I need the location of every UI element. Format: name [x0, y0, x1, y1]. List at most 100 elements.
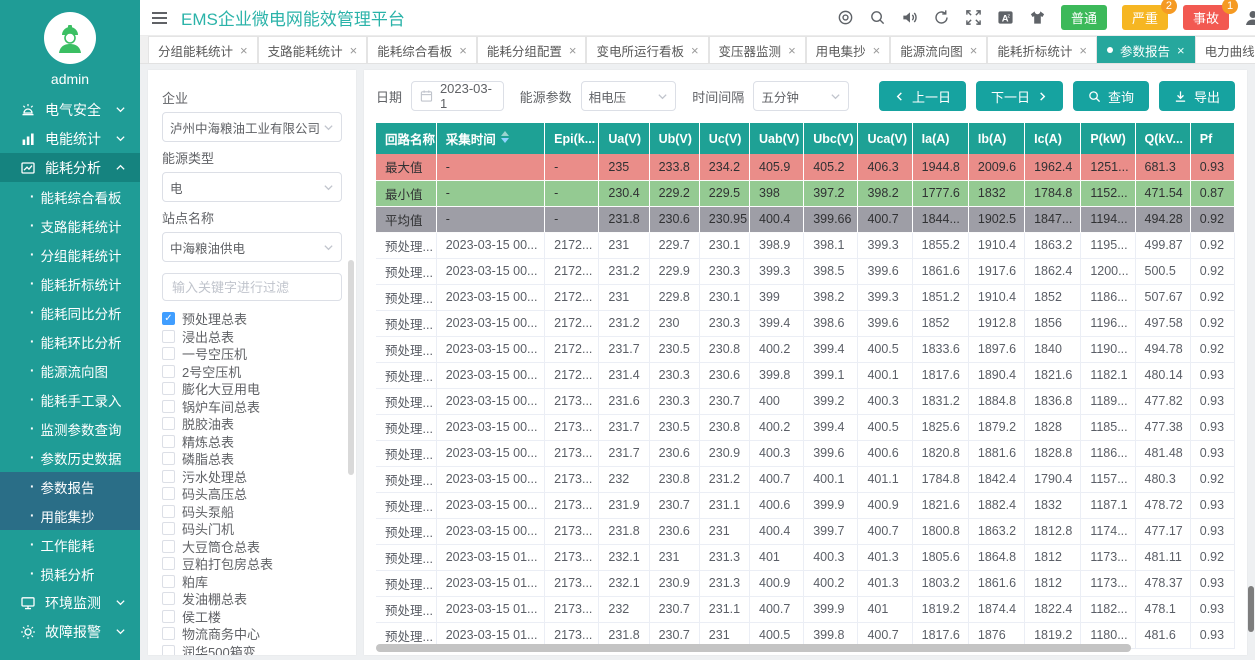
tab-能耗综合看板[interactable]: 能耗综合看板× [367, 36, 477, 63]
checkbox-unchecked[interactable] [162, 575, 175, 588]
date-input[interactable]: 2023-03-1 [411, 81, 504, 111]
column-header-14[interactable]: Pf [1190, 123, 1234, 154]
checkbox-unchecked[interactable] [162, 470, 175, 483]
sidebar-item-能耗折标统计[interactable]: 能耗折标统计 [0, 269, 140, 298]
column-header-6[interactable]: Uab(V) [750, 123, 804, 154]
sidebar-item-损耗分析[interactable]: 损耗分析 [0, 559, 140, 588]
close-icon[interactable]: × [1177, 44, 1185, 57]
sidebar-item-工作能耗[interactable]: 工作能耗 [0, 530, 140, 559]
sidebar-item-电能统计[interactable]: 电能统计 [0, 124, 140, 153]
close-icon[interactable]: × [873, 44, 881, 57]
checkbox-unchecked[interactable] [162, 382, 175, 395]
circuit-item-物流商务中心[interactable]: 物流商务中心 [162, 625, 342, 643]
sidebar-item-能耗分析[interactable]: 能耗分析 [0, 153, 140, 182]
sidebar-item-电气安全[interactable]: 电气安全 [0, 95, 140, 124]
user-person-icon[interactable] [1244, 9, 1255, 27]
hamburger-menu-icon[interactable] [152, 9, 167, 27]
circuit-item-膨化大豆用电[interactable]: 膨化大豆用电 [162, 380, 342, 398]
sidebar-item-参数报告[interactable]: 参数报告 [0, 472, 140, 501]
checkbox-checked[interactable]: ✓ [162, 312, 175, 325]
circuit-item-锅炉车间总表[interactable]: 锅炉车间总表 [162, 398, 342, 416]
checkbox-unchecked[interactable] [162, 435, 175, 448]
circuit-item-码头高压总[interactable]: 码头高压总 [162, 485, 342, 503]
column-header-5[interactable]: Uc(V) [699, 123, 749, 154]
volume-icon[interactable] [901, 9, 918, 26]
alarm-badge-事故[interactable]: 事故1 [1183, 5, 1229, 30]
tab-电力曲线记录[interactable]: 电力曲线记录× [1195, 36, 1255, 63]
circuit-item-精炼总表[interactable]: 精炼总表 [162, 433, 342, 451]
sidebar-item-监测参数查询[interactable]: 监测参数查询 [0, 414, 140, 443]
tab-能耗分组配置[interactable]: 能耗分组配置× [477, 36, 587, 63]
filter-list-scrollbar[interactable] [348, 260, 354, 475]
interval-select[interactable]: 五分钟 [753, 81, 849, 111]
checkbox-unchecked[interactable] [162, 487, 175, 500]
circuit-item-码头泵船[interactable]: 码头泵船 [162, 503, 342, 521]
checkbox-unchecked[interactable] [162, 417, 175, 430]
circuit-item-脱胶油表[interactable]: 脱胶油表 [162, 415, 342, 433]
filter-select-站点名称[interactable]: 中海粮油供电 [162, 232, 342, 262]
circuit-item-豆粕打包房总表[interactable]: 豆粕打包房总表 [162, 555, 342, 573]
checkbox-unchecked[interactable] [162, 610, 175, 623]
column-header-9[interactable]: Ia(A) [912, 123, 968, 154]
sidebar-item-故障报警[interactable]: 故障报警 [0, 617, 140, 646]
filter-select-企业[interactable]: 泸州中海粮油工业有限公司 [162, 112, 342, 142]
导出-button[interactable]: 导出 [1159, 81, 1235, 111]
circuit-item-一号空压机[interactable]: 一号空压机 [162, 345, 342, 363]
circuit-item-磷脂总表[interactable]: 磷脂总表 [162, 450, 342, 468]
energy-param-select[interactable]: 相电压 [581, 81, 677, 111]
tab-变压器监测[interactable]: 变压器监测× [709, 36, 806, 63]
sidebar-item-能耗综合看板[interactable]: 能耗综合看板 [0, 182, 140, 211]
filter-select-能源类型[interactable]: 电 [162, 172, 342, 202]
circuit-item-粕库[interactable]: 粕库 [162, 573, 342, 591]
checkbox-unchecked[interactable] [162, 365, 175, 378]
circuit-item-大豆筒仓总表[interactable]: 大豆筒仓总表 [162, 538, 342, 556]
tab-分组能耗统计[interactable]: 分组能耗统计× [148, 36, 258, 63]
column-header-7[interactable]: Ubc(V) [804, 123, 858, 154]
checkbox-unchecked[interactable] [162, 452, 175, 465]
checkbox-unchecked[interactable] [162, 347, 175, 360]
tab-用电集抄[interactable]: 用电集抄× [806, 36, 891, 63]
sidebar-item-参数历史数据[interactable]: 参数历史数据 [0, 443, 140, 472]
vertical-scrollbar[interactable] [1248, 586, 1254, 632]
close-icon[interactable]: × [569, 44, 577, 57]
sidebar-item-分组能耗统计[interactable]: 分组能耗统计 [0, 240, 140, 269]
fullscreen-icon[interactable] [965, 9, 982, 26]
sidebar-item-用能集抄[interactable]: 用能集抄 [0, 501, 140, 530]
horizontal-scrollbar[interactable] [376, 644, 1131, 652]
checkbox-unchecked[interactable] [162, 592, 175, 605]
checkbox-unchecked[interactable] [162, 645, 175, 655]
tab-能源流向图[interactable]: 能源流向图× [890, 36, 987, 63]
checkbox-unchecked[interactable] [162, 557, 175, 570]
theme-icon[interactable] [1029, 9, 1046, 26]
alarm-badge-严重[interactable]: 严重2 [1122, 5, 1168, 30]
tab-支路能耗统计[interactable]: 支路能耗统计× [258, 36, 368, 63]
column-header-11[interactable]: Ic(A) [1025, 123, 1081, 154]
alarm-badge-普通[interactable]: 普通 [1061, 5, 1107, 30]
checkbox-unchecked[interactable] [162, 627, 175, 640]
refresh-icon[interactable] [933, 9, 950, 26]
查询-button[interactable]: 查询 [1073, 81, 1149, 111]
circuit-item-污水处理总[interactable]: 污水处理总 [162, 468, 342, 486]
close-icon[interactable]: × [459, 44, 467, 57]
column-header-0[interactable]: 回路名称 [376, 123, 436, 154]
close-icon[interactable]: × [1079, 44, 1087, 57]
checkbox-unchecked[interactable] [162, 330, 175, 343]
circuit-item-润华500箱变[interactable]: 润华500箱变 [162, 643, 342, 656]
sidebar-item-能耗同比分析[interactable]: 能耗同比分析 [0, 298, 140, 327]
column-header-2[interactable]: Epi(k... [545, 123, 599, 154]
column-header-4[interactable]: Ub(V) [649, 123, 699, 154]
checkbox-unchecked[interactable] [162, 540, 175, 553]
keyword-filter-input[interactable] [162, 273, 342, 301]
font-size-icon[interactable]: Az [997, 9, 1014, 26]
column-header-10[interactable]: Ib(A) [968, 123, 1024, 154]
sidebar-item-能源流向图[interactable]: 能源流向图 [0, 356, 140, 385]
close-icon[interactable]: × [970, 44, 978, 57]
sort-icon[interactable] [501, 131, 509, 143]
target-icon[interactable] [837, 9, 854, 26]
avatar[interactable] [44, 12, 96, 64]
search-icon[interactable] [869, 9, 886, 26]
column-header-1[interactable]: 采集时间 [436, 123, 544, 154]
checkbox-unchecked[interactable] [162, 400, 175, 413]
checkbox-unchecked[interactable] [162, 505, 175, 518]
sidebar-item-环境监测[interactable]: 环境监测 [0, 588, 140, 617]
